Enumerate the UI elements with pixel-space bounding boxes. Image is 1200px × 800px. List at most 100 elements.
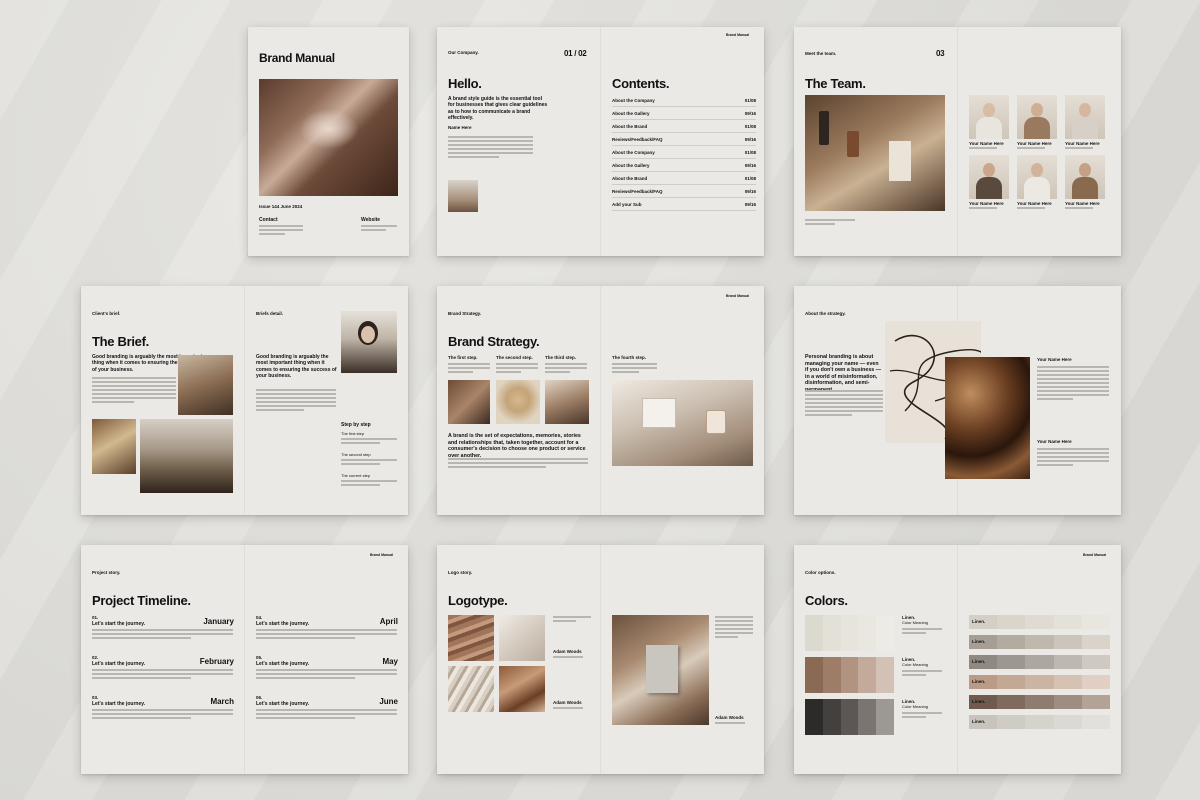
timeline-entry-text bbox=[92, 669, 233, 681]
contents-item-label: About the Brand bbox=[612, 175, 648, 181]
contents-item-label: Reviews/Feedback/FAQ bbox=[612, 136, 663, 142]
cover-title: Brand Manual bbox=[259, 51, 335, 65]
logotype-name-3-text bbox=[715, 722, 745, 726]
strategy-step-3-text bbox=[545, 363, 587, 375]
hello-body-text bbox=[448, 136, 533, 160]
contents-item[interactable]: About the Gallery 09/16 bbox=[612, 107, 756, 120]
color-strip-brown bbox=[805, 657, 894, 693]
team-member-photo bbox=[1065, 155, 1105, 199]
timeline-entry-text bbox=[256, 669, 397, 681]
contents-item[interactable]: Add your Sub 09/16 bbox=[612, 198, 756, 211]
brief-portrait bbox=[341, 311, 397, 373]
color-row-label: Linen. bbox=[972, 719, 986, 724]
timeline-heading: Project Timeline. bbox=[92, 593, 191, 608]
strategy-image-4 bbox=[612, 380, 753, 466]
brief-step-2-text bbox=[341, 459, 397, 467]
cover-website-text bbox=[361, 225, 397, 233]
color-row: Linen. bbox=[969, 615, 1111, 629]
cover-website-label: Website bbox=[361, 217, 381, 223]
timeline-entry-month: April bbox=[379, 617, 398, 626]
brief-heading: The Brief. bbox=[92, 334, 149, 349]
contents-item-pages: 09/16 bbox=[744, 162, 756, 168]
strategy-image-3 bbox=[545, 380, 589, 424]
timeline-entry-month: June bbox=[379, 697, 398, 706]
timeline-entry-number: 03. bbox=[92, 695, 99, 700]
timeline-entry-title: Let's start the journey. bbox=[92, 701, 146, 707]
timeline-entry-number: 02. bbox=[92, 655, 99, 660]
timeline-entry-title: Let's start the journey. bbox=[256, 701, 310, 707]
timeline-entry-title: Let's start the journey. bbox=[92, 621, 146, 627]
contents-brand-label: Brand Manual bbox=[726, 33, 750, 37]
contents-item[interactable]: Reviews/Feedback/FAQ 09/16 bbox=[612, 185, 756, 198]
colors-brand-label: Brand Manual bbox=[1083, 553, 1107, 557]
contents-item[interactable]: About the Brand 01/08 bbox=[612, 120, 756, 133]
page-indicator: 01 / 02 bbox=[564, 49, 587, 58]
cover-image bbox=[259, 79, 398, 196]
brief-detail-lead: Good branding is arguably the most impor… bbox=[256, 354, 337, 379]
logotype-name-2: Adam Woods bbox=[553, 700, 582, 705]
contents-item[interactable]: About the Gallery 09/16 bbox=[612, 159, 756, 172]
brief-step-3: The current step bbox=[341, 473, 371, 478]
timeline-entry-title: Let's start the journey. bbox=[92, 661, 146, 667]
about-strategy-name-1-text bbox=[1037, 366, 1109, 402]
contents-item-pages: 01/08 bbox=[744, 149, 756, 155]
team-page-number: 03 bbox=[936, 49, 945, 58]
strategy-spread[interactable]: Brand Strategy. Brand Manual Brand Strat… bbox=[437, 286, 764, 515]
contents-item[interactable]: Reviews/Feedback/FAQ 09/16 bbox=[612, 133, 756, 146]
timeline-spread[interactable]: Project story. Brand Manual Project Time… bbox=[81, 545, 408, 774]
contents-item[interactable]: About the Company 01/08 bbox=[612, 94, 756, 107]
logotype-text-2 bbox=[715, 616, 753, 640]
contents-item-pages: 01/08 bbox=[744, 123, 756, 129]
timeline-entry-month: January bbox=[203, 617, 234, 626]
strategy-body-text bbox=[448, 458, 588, 470]
logotype-spread[interactable]: Logo story. Logotype. Adam Woods Adam Wo… bbox=[437, 545, 764, 774]
avatar bbox=[983, 163, 995, 177]
logotype-text-1 bbox=[553, 616, 591, 624]
hello-heading: Hello. bbox=[448, 76, 482, 91]
brief-spread[interactable]: Client's brief. The Brief. Good branding… bbox=[81, 286, 408, 515]
brief-step-1-text bbox=[341, 438, 397, 446]
avatar bbox=[1079, 103, 1091, 117]
color-strip-dark bbox=[805, 699, 894, 735]
contents-item-pages: 01/08 bbox=[744, 175, 756, 181]
team-grid: Your Name Here Your Name Here Your Name He… bbox=[969, 95, 1113, 215]
cover-page[interactable]: Brand Manual Issue 144 June 2024 Contact… bbox=[248, 27, 409, 256]
team-hero-image bbox=[805, 95, 945, 211]
swatch-text-1 bbox=[902, 628, 942, 636]
brief-client-label: Client's brief. bbox=[92, 311, 121, 316]
avatar-body bbox=[976, 117, 1002, 139]
team-spread[interactable]: Meet the team. 03 The Team. Your Name He… bbox=[794, 27, 1121, 256]
hello-portrait bbox=[448, 180, 478, 212]
avatar bbox=[1031, 103, 1043, 117]
avatar-body bbox=[1072, 177, 1098, 199]
timeline-entry-text bbox=[92, 709, 233, 721]
team-member-role bbox=[969, 207, 997, 211]
swatch-text-3 bbox=[902, 712, 942, 720]
hello-contents-spread[interactable]: Our Company. 01 / 02 Hello. A brand styl… bbox=[437, 27, 764, 256]
color-rows: Linen. Linen. Linen. Linen. Linen. Linen. bbox=[969, 615, 1111, 735]
color-row: Linen. bbox=[969, 715, 1111, 729]
timeline-entry-title: Let's start the journey. bbox=[256, 621, 310, 627]
logotype-image-4 bbox=[499, 666, 545, 712]
logotype-small-label: Logo story. bbox=[448, 570, 473, 575]
brief-step-1: The first step bbox=[341, 431, 365, 436]
swatch-text-2 bbox=[902, 670, 942, 678]
color-row-label: Linen. bbox=[972, 679, 986, 684]
hello-name: Name Here bbox=[448, 125, 472, 130]
color-row: Linen. bbox=[969, 695, 1111, 709]
contents-item[interactable]: About the Brand 01/08 bbox=[612, 172, 756, 185]
timeline-small-label: Project story. bbox=[92, 570, 121, 575]
about-strategy-spread[interactable]: About the strategy. Personal branding is… bbox=[794, 286, 1121, 515]
about-strategy-name-1: Your Name Here bbox=[1037, 357, 1072, 362]
contents-item-pages: 09/16 bbox=[744, 188, 756, 194]
colors-spread[interactable]: Color options. Brand Manual Colors. Line… bbox=[794, 545, 1121, 774]
contents-item[interactable]: About the Company 01/08 bbox=[612, 146, 756, 159]
brief-step-3-text bbox=[341, 480, 397, 488]
about-strategy-name-2-text bbox=[1037, 448, 1109, 468]
cover-contact-label: Contact bbox=[259, 217, 278, 223]
brief-image-1 bbox=[178, 355, 233, 415]
team-section-label: Meet the team. bbox=[805, 51, 837, 56]
timeline-entry-number: 06. bbox=[256, 695, 263, 700]
timeline-entry-month: February bbox=[199, 657, 234, 666]
timeline-entry-text bbox=[256, 709, 397, 721]
